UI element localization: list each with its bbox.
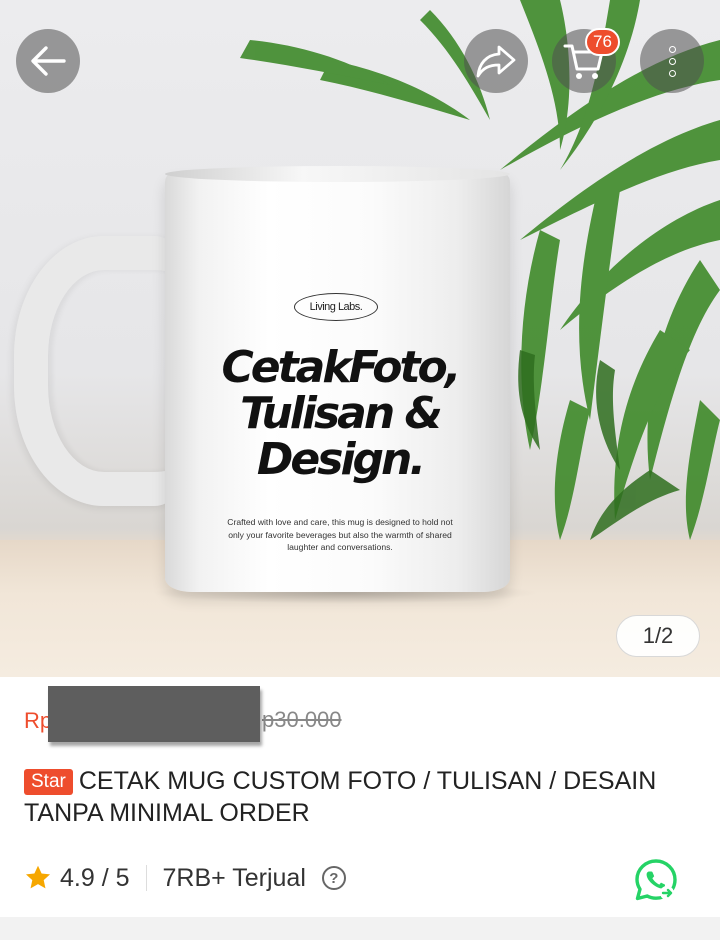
rating-value: 4.9 / 5 <box>60 863 130 892</box>
divider <box>145 865 147 891</box>
sold-count: 7RB+ Terjual <box>162 863 306 892</box>
cart-count-badge: 76 <box>585 28 620 56</box>
image-counter: 1/2 <box>616 615 700 657</box>
star-seller-badge: Star <box>24 769 73 795</box>
product-page: Living Labs. CetakFoto, Tulisan & Design… <box>0 0 720 940</box>
price-row: Rp p30.000 <box>24 686 704 744</box>
mug-headline-line: Design. <box>256 434 426 485</box>
star-icon <box>25 865 51 889</box>
product-title-text: CETAK MUG CUSTOM FOTO / TULISAN / DESAIN… <box>24 767 657 827</box>
product-image[interactable]: Living Labs. CetakFoto, Tulisan & Design… <box>0 0 720 677</box>
product-title: Star CETAK MUG CUSTOM FOTO / TULISAN / DE… <box>24 765 684 829</box>
price-original: p30.000 <box>262 707 342 732</box>
share-button[interactable] <box>464 29 528 93</box>
back-button[interactable] <box>16 29 80 93</box>
whatsapp-icon[interactable] <box>632 856 680 904</box>
more-options-button[interactable] <box>640 29 704 93</box>
mug-rim <box>165 166 510 182</box>
mug-headline-line: CetakFoto, <box>221 342 462 393</box>
mug-caption: Crafted with love and care, this mug is … <box>227 517 453 552</box>
section-separator <box>0 917 720 940</box>
redacted-price-block <box>48 686 260 742</box>
arrow-left-icon <box>31 46 66 76</box>
share-icon <box>476 45 516 78</box>
mug-headline: CetakFoto, Tulisan & Design. <box>190 345 490 483</box>
more-vertical-icon <box>668 45 676 77</box>
mug-brand-logo: Living Labs. <box>294 293 378 321</box>
rating-row: 4.9 / 5 7RB+ Terjual ? <box>24 858 704 898</box>
question-icon[interactable]: ? <box>321 866 346 890</box>
mug-headline-line: Tulisan & <box>240 388 443 439</box>
